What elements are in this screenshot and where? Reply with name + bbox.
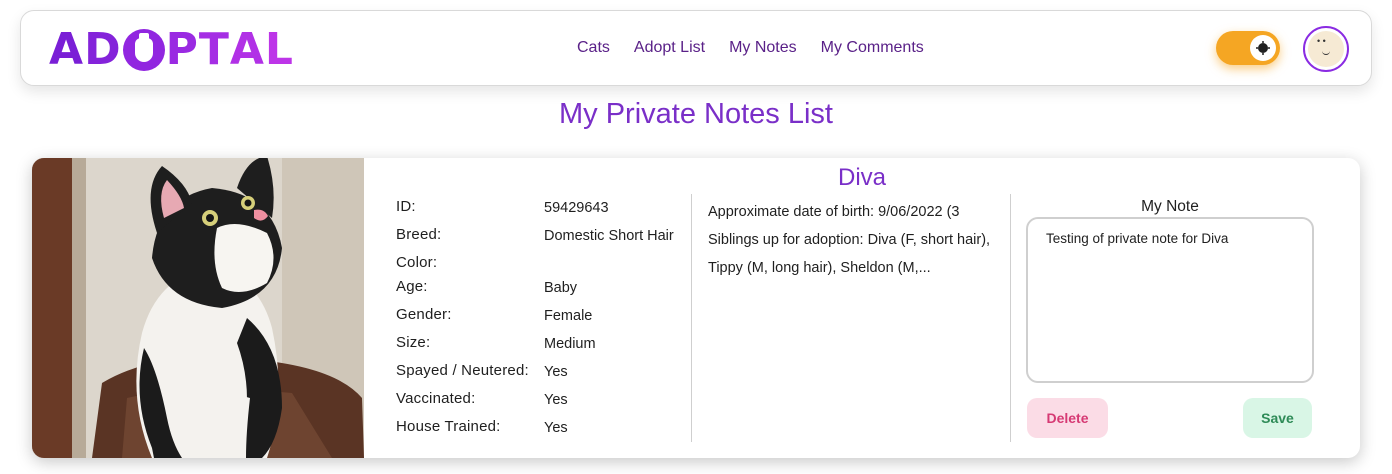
detail-value: Yes bbox=[544, 420, 568, 436]
note-title: My Note bbox=[1141, 198, 1199, 215]
theme-toggle[interactable] bbox=[1216, 31, 1280, 65]
detail-value: 59429643 bbox=[544, 200, 609, 216]
page-title: My Private Notes List bbox=[559, 98, 833, 130]
detail-label: Gender: bbox=[396, 306, 452, 323]
detail-value: Domestic Short Hair bbox=[544, 228, 674, 244]
avatar-face-icon bbox=[1308, 31, 1344, 67]
nav-link-my-comments[interactable]: My Comments bbox=[821, 39, 924, 57]
description-line: Approximate date of birth: 9/06/2022 (3 bbox=[708, 204, 960, 220]
description-line: Siblings up for adoption: Diva (F, short… bbox=[708, 232, 991, 248]
detail-label: Size: bbox=[396, 334, 431, 351]
delete-button[interactable]: Delete bbox=[1027, 398, 1108, 438]
description-line: Tippy (M, long hair), Sheldon (M,... bbox=[708, 260, 931, 276]
nav-link-cats[interactable]: Cats bbox=[577, 39, 610, 57]
logo-letter-a2: A bbox=[229, 23, 265, 75]
cat-name: Diva bbox=[837, 164, 886, 191]
logo-letter-p: P bbox=[165, 23, 199, 75]
detail-value: Yes bbox=[544, 392, 568, 408]
logo-letter-a: A bbox=[49, 23, 85, 75]
logo-cat-icon bbox=[122, 29, 165, 71]
detail-label: Spayed / Neutered: bbox=[396, 362, 529, 379]
logo-letter-t: T bbox=[198, 23, 230, 75]
detail-label: House Trained: bbox=[396, 418, 501, 435]
detail-label: Breed: bbox=[396, 226, 442, 243]
cat-description: Approximate date of birth: 9/06/2022 (3 … bbox=[708, 198, 998, 282]
logo[interactable]: A D P T A L bbox=[49, 23, 294, 75]
note-textarea[interactable]: Testing of private note for Diva bbox=[1026, 217, 1314, 383]
column-divider bbox=[1010, 194, 1011, 442]
detail-value: Yes bbox=[544, 364, 568, 380]
sun-icon bbox=[1258, 43, 1268, 53]
navbar: A D P T A L Cats Adopt List My Notes My … bbox=[20, 10, 1372, 86]
nav-link-my-notes[interactable]: My Notes bbox=[729, 39, 797, 57]
detail-value: Medium bbox=[544, 336, 596, 352]
detail-label: ID: bbox=[396, 198, 416, 215]
detail-label: Vaccinated: bbox=[396, 390, 476, 407]
detail-label: Color: bbox=[396, 254, 438, 271]
column-divider bbox=[691, 194, 692, 442]
cat-photo-illustration bbox=[32, 158, 364, 458]
save-button[interactable]: Save bbox=[1243, 398, 1312, 438]
main-nav: Cats Adopt List My Notes My Comments bbox=[577, 39, 924, 57]
detail-label: Age: bbox=[396, 278, 428, 295]
detail-value: Baby bbox=[544, 280, 578, 296]
detail-value: Female bbox=[544, 308, 593, 324]
cat-note-card: Diva ID: 59429643 Breed: Domestic Short … bbox=[32, 158, 1360, 458]
theme-toggle-knob bbox=[1250, 35, 1276, 61]
logo-letter-d: D bbox=[84, 23, 122, 75]
cat-photo bbox=[32, 158, 364, 458]
nav-link-adopt-list[interactable]: Adopt List bbox=[634, 39, 705, 57]
logo-letter-l: L bbox=[264, 23, 294, 75]
user-avatar[interactable] bbox=[1303, 26, 1349, 72]
